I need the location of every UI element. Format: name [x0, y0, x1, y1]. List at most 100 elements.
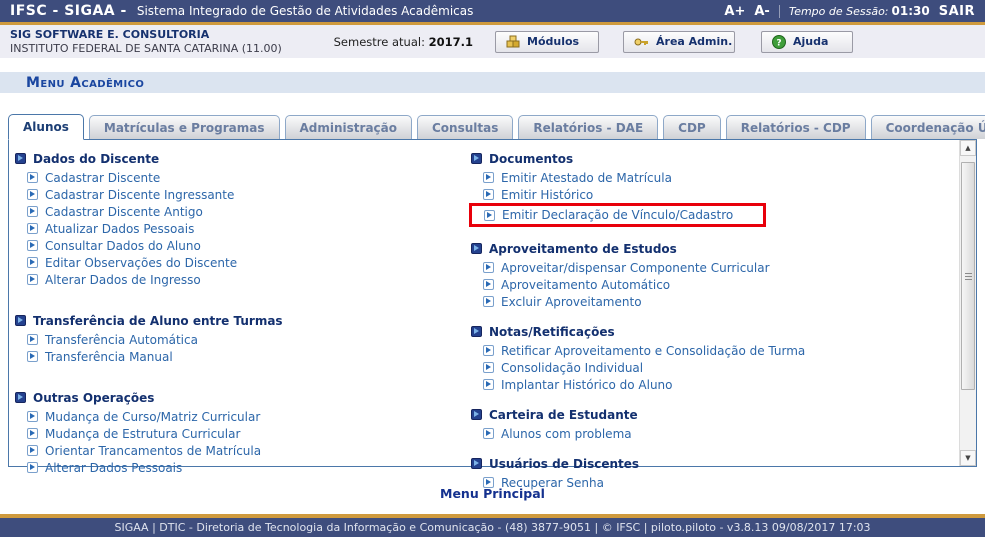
- menu-item-link[interactable]: Consultar Dados do Aluno: [45, 239, 201, 253]
- menu-item-link[interactable]: Emitir Histórico: [501, 188, 593, 202]
- menu-item-link[interactable]: Transferência Automática: [45, 333, 198, 347]
- menu-item-row: Alterar Dados de Ingresso: [27, 271, 471, 288]
- scroll-down-button[interactable]: ▼: [960, 450, 976, 466]
- menu-item-link[interactable]: Recuperar Senha: [501, 476, 604, 490]
- menu-item-row: Atualizar Dados Pessoais: [27, 220, 471, 237]
- menu-item-link[interactable]: Cadastrar Discente Ingressante: [45, 188, 234, 202]
- tab-coordenacao-unica[interactable]: Coordenação Única: [871, 115, 985, 139]
- menu-item-row: Orientar Trancamentos de Matrícula: [27, 442, 471, 459]
- session-timer: Tempo de Sessão:01:30: [789, 4, 930, 18]
- section-header: Notas/Retificações: [471, 323, 950, 340]
- menu-item-link[interactable]: Cadastrar Discente Antigo: [45, 205, 203, 219]
- scroll-up-button[interactable]: ▲: [960, 140, 976, 156]
- modules-icon: [506, 35, 520, 48]
- page-title-band: Menu Acadêmico: [0, 72, 985, 93]
- menu-item-row: Emitir Atestado de Matrícula: [483, 169, 950, 186]
- help-label: Ajuda: [793, 35, 828, 48]
- menu-item-link[interactable]: Emitir Declaração de Vínculo/Cadastro: [502, 208, 733, 222]
- menu-item-link[interactable]: Mudança de Estrutura Curricular: [45, 427, 240, 441]
- admin-area-label: Área Admin.: [656, 35, 732, 48]
- item-arrow-icon: [27, 428, 38, 439]
- item-arrow-icon: [483, 379, 494, 390]
- item-arrow-icon: [483, 279, 494, 290]
- semester-value: 2017.1: [429, 35, 473, 49]
- item-arrow-icon: [483, 345, 494, 356]
- menu-item-row: Cadastrar Discente Ingressante: [27, 186, 471, 203]
- item-arrow-icon: [27, 334, 38, 345]
- page-title: Menu Acadêmico: [26, 75, 144, 91]
- item-arrow-icon: [27, 274, 38, 285]
- menu-item: Implantar Histórico do Aluno: [483, 378, 673, 392]
- menu-item-link[interactable]: Implantar Histórico do Aluno: [501, 378, 673, 392]
- section-title: Outras Operações: [33, 391, 154, 405]
- menu-item-link[interactable]: Transferência Manual: [45, 350, 173, 364]
- unit-name: SIG SOFTWARE E. CONSULTORIA: [10, 28, 209, 41]
- font-increase-button[interactable]: A+: [724, 4, 745, 19]
- menu-item-row: Excluir Aproveitamento: [483, 293, 950, 310]
- institution-name: INSTITUTO FEDERAL DE SANTA CATARINA (11.…: [10, 42, 282, 56]
- menu-item: Transferência Manual: [27, 350, 173, 364]
- menu-item-link[interactable]: Atualizar Dados Pessoais: [45, 222, 194, 236]
- footer-credits: SIGAA | DTIC - Diretoria de Tecnologia d…: [0, 518, 985, 537]
- tab-relatorios-cdp[interactable]: Relatórios - CDP: [726, 115, 866, 139]
- tab-cdp[interactable]: CDP: [663, 115, 721, 139]
- menu-item: Recuperar Senha: [483, 476, 604, 490]
- menu-item-row: Transferência Automática: [27, 331, 471, 348]
- menu-item: Cadastrar Discente Ingressante: [27, 188, 234, 202]
- scrollbar[interactable]: ▲ ▼: [959, 140, 976, 466]
- item-arrow-icon: [483, 189, 494, 200]
- menu-item: Atualizar Dados Pessoais: [27, 222, 194, 236]
- menu-item-link[interactable]: Consolidação Individual: [501, 361, 643, 375]
- menu-section-carteira-de-estudante: Carteira de EstudanteAlunos com problema: [471, 406, 950, 442]
- section-header: Outras Operações: [15, 389, 471, 406]
- font-decrease-button[interactable]: A-: [754, 4, 769, 19]
- menu-section-transferencia-de-aluno-entre-turmas: Transferência de Aluno entre Turmas Trans…: [15, 312, 471, 365]
- menu-section-aproveitamento-de-estudos: Aproveitamento de EstudosAproveitar/disp…: [471, 240, 950, 310]
- item-arrow-icon: [27, 240, 38, 251]
- item-arrow-icon: [27, 189, 38, 200]
- tab-relatorios-dae[interactable]: Relatórios - DAE: [518, 115, 658, 139]
- section-arrow-icon: [471, 409, 482, 420]
- menu-item-link[interactable]: Alunos com problema: [501, 427, 632, 441]
- menu-item-link[interactable]: Cadastrar Discente: [45, 171, 160, 185]
- menu-item-link[interactable]: Emitir Atestado de Matrícula: [501, 171, 672, 185]
- menu-item: Aproveitamento Automático: [483, 278, 670, 292]
- menu-item-row: Cadastrar Discente: [27, 169, 471, 186]
- menu-item-row: Retificar Aproveitamento e Consolidação …: [483, 342, 950, 359]
- help-button[interactable]: ? Ajuda: [761, 31, 853, 53]
- scroll-thumb[interactable]: [961, 162, 975, 390]
- menu-section-notas-retificacoes: Notas/Retificações Retificar Aproveitamen…: [471, 323, 950, 393]
- menu-item-link[interactable]: Retificar Aproveitamento e Consolidação …: [501, 344, 805, 358]
- menu-item-row: Alunos com problema: [483, 425, 950, 442]
- highlight-box: Emitir Declaração de Vínculo/Cadastro: [469, 203, 766, 227]
- menu-item-link[interactable]: Orientar Trancamentos de Matrícula: [45, 444, 261, 458]
- section-header: Usuários de Discentes: [471, 455, 950, 472]
- menu-item-link[interactable]: Alterar Dados Pessoais: [45, 461, 182, 475]
- section-header: Transferência de Aluno entre Turmas: [15, 312, 471, 329]
- menu-item-link[interactable]: Excluir Aproveitamento: [501, 295, 642, 309]
- section-title: Notas/Retificações: [489, 325, 615, 339]
- menu-item-link[interactable]: Alterar Dados de Ingresso: [45, 273, 201, 287]
- menu-item-link[interactable]: Editar Observações do Discente: [45, 256, 237, 270]
- tab-administracao[interactable]: Administração: [285, 115, 413, 139]
- tab-alunos[interactable]: Alunos: [8, 114, 84, 140]
- menu-item-row: Emitir Declaração de Vínculo/Cadastro: [483, 203, 950, 227]
- section-arrow-icon: [471, 326, 482, 337]
- tab-matriculas-e-programas[interactable]: Matrículas e Programas: [89, 115, 280, 139]
- tab-consultas[interactable]: Consultas: [417, 115, 513, 139]
- modules-button[interactable]: Módulos: [495, 31, 599, 53]
- menu-item: Emitir Atestado de Matrícula: [483, 171, 672, 185]
- item-arrow-icon: [484, 210, 495, 221]
- menu-item-row: Consolidação Individual: [483, 359, 950, 376]
- logout-button[interactable]: SAIR: [939, 4, 975, 19]
- section-arrow-icon: [471, 243, 482, 254]
- menu-item: Mudança de Curso/Matriz Curricular: [27, 410, 260, 424]
- item-arrow-icon: [483, 362, 494, 373]
- admin-area-button[interactable]: Área Admin.: [623, 31, 735, 53]
- section-arrow-icon: [15, 153, 26, 164]
- menu-item-link[interactable]: Aproveitar/dispensar Componente Curricul…: [501, 261, 770, 275]
- item-arrow-icon: [483, 172, 494, 183]
- menu-item-link[interactable]: Aproveitamento Automático: [501, 278, 670, 292]
- system-name: Sistema Integrado de Gestão de Atividade…: [137, 4, 474, 18]
- menu-item-link[interactable]: Mudança de Curso/Matriz Curricular: [45, 410, 260, 424]
